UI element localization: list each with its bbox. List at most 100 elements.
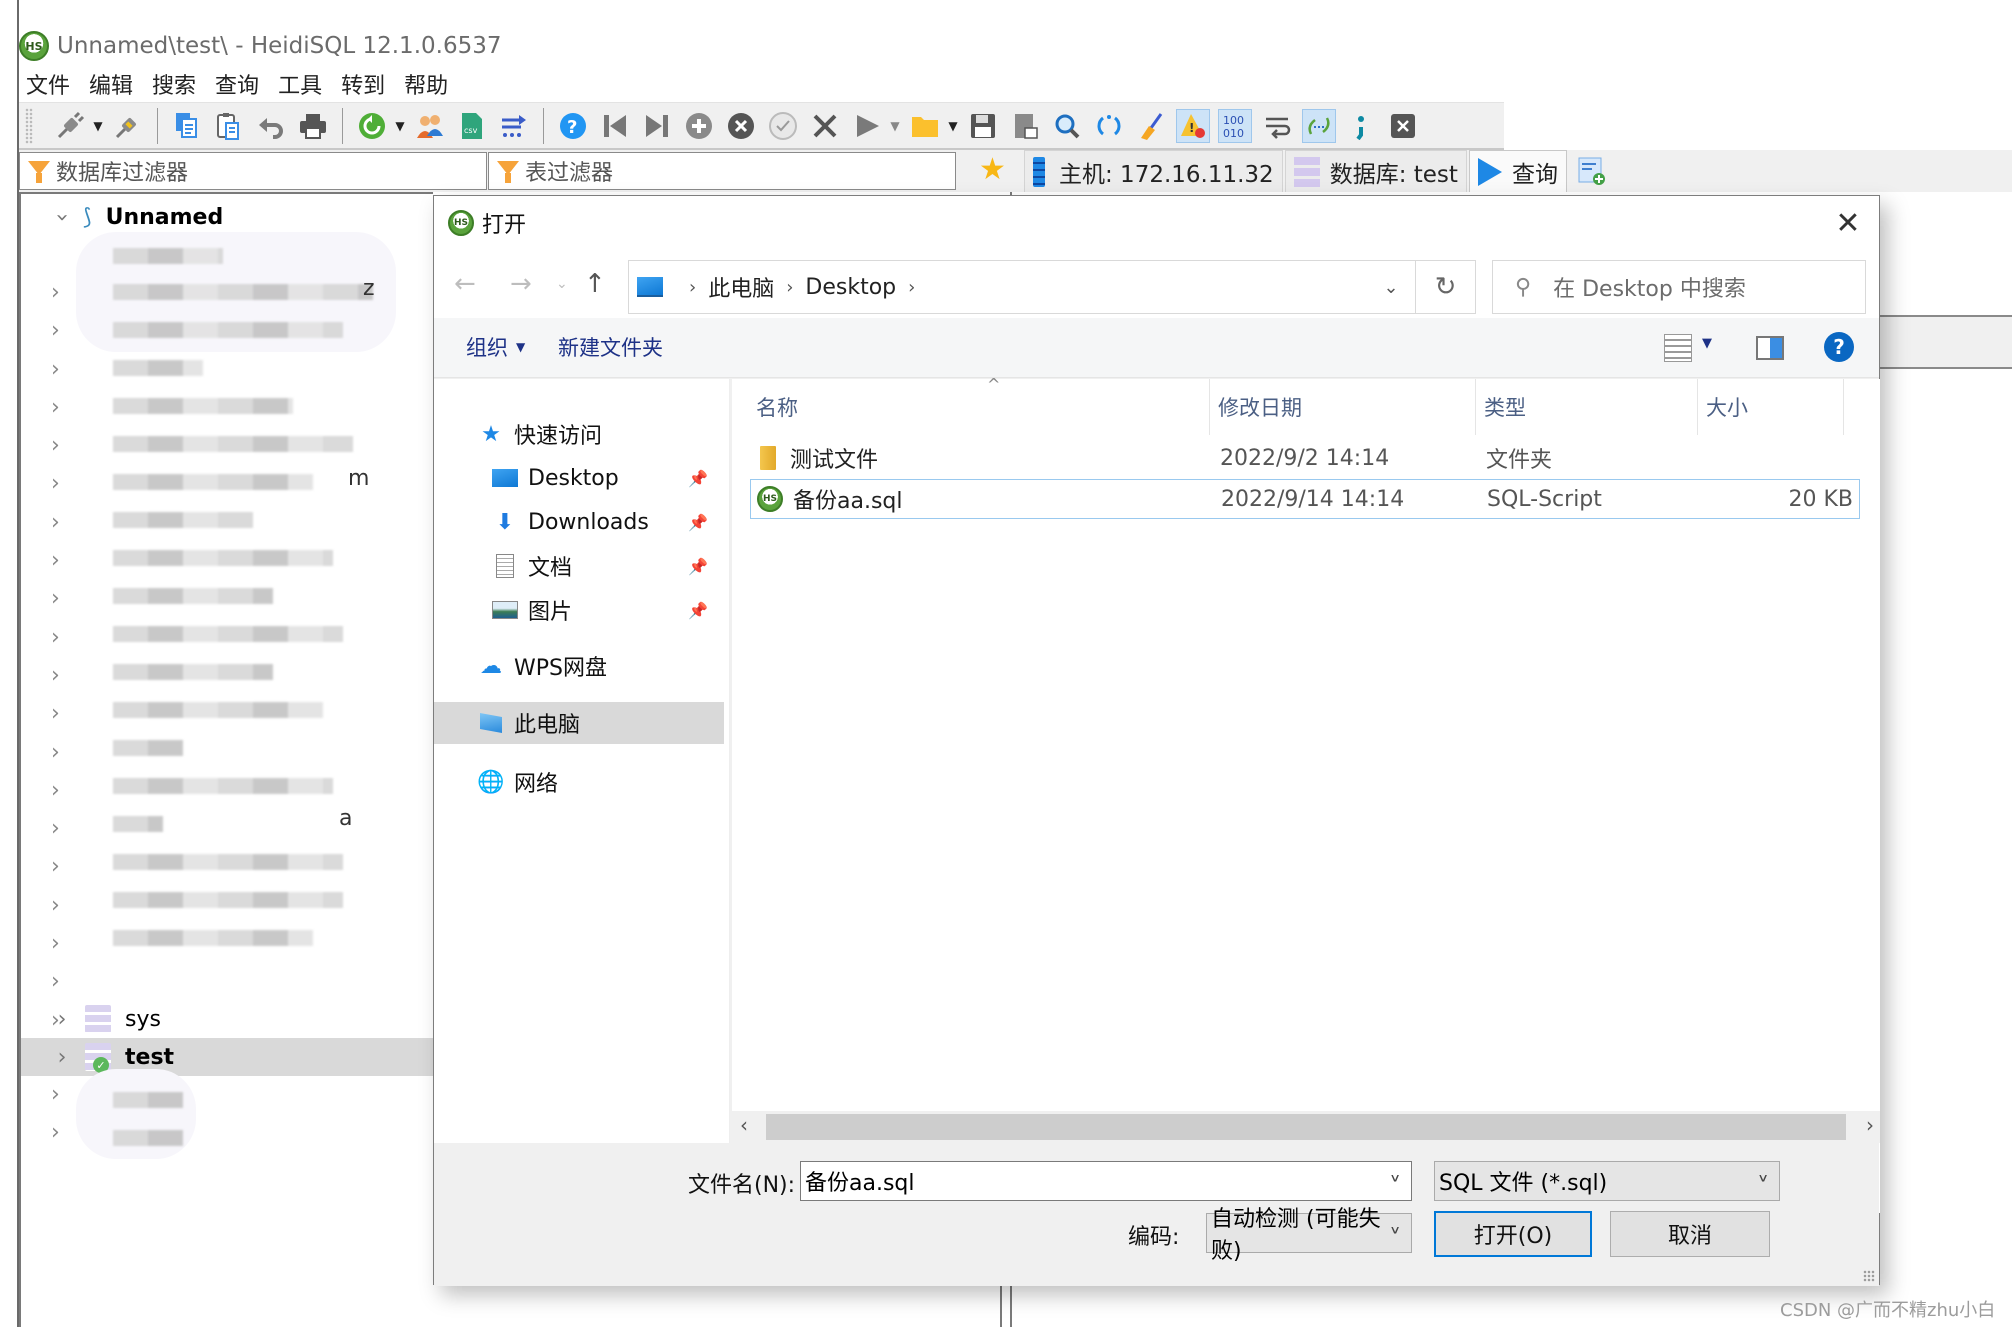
cancel-button[interactable]: 取消 [1610,1211,1770,1257]
preview-pane-icon[interactable] [1756,336,1784,360]
help-icon[interactable]: ? [556,109,590,143]
address-bar[interactable]: › 此电脑 › Desktop › [628,260,1416,314]
filetype-select[interactable]: SQL 文件 (*.sql) ∨ [1434,1161,1780,1201]
last-record-icon[interactable] [640,109,674,143]
open-button[interactable]: 打开(O) [1434,1211,1592,1257]
undo-icon[interactable] [254,109,288,143]
query-editor-pane[interactable] [1880,192,2012,317]
menu-file[interactable]: 文件 [24,68,72,100]
pin-icon[interactable]: 📌 [688,557,708,576]
breadcrumb-desktop[interactable]: Desktop [805,275,896,300]
filename-input[interactable]: 备份aa.sql ∨ [800,1161,1412,1201]
new-query-tab-icon[interactable] [1569,150,1615,192]
encoding-select[interactable]: 自动检测 (可能失败) ∨ [1206,1207,1412,1264]
pin-icon[interactable]: 📌 [688,469,708,488]
open-dropdown-icon[interactable]: ▼ [946,109,960,143]
pin-icon[interactable]: 📌 [688,601,708,620]
data-transfer-icon[interactable] [497,109,531,143]
binary-icon[interactable]: 100 010 [1218,108,1252,143]
file-row-selected[interactable]: HS 备份aa.sql 2022/9/14 14:14 SQL-Script 2… [750,479,1860,519]
cancel-icon[interactable] [808,109,842,143]
chevron-down-icon[interactable]: ∨ [1389,1171,1401,1184]
breadcrumb-separator-icon[interactable]: › [908,277,915,298]
pin-icon[interactable]: 📌 [688,513,708,532]
nav-downloads[interactable]: ⬇ Downloads 📌 [492,501,724,543]
sql-help-icon[interactable] [1302,108,1336,143]
refresh-dropdown-icon[interactable]: ▼ [393,109,407,143]
scroll-right-icon[interactable]: › [1866,1113,1874,1137]
connect-icon[interactable] [53,109,87,143]
column-header-type[interactable]: 类型 [1476,379,1698,435]
menu-edit[interactable]: 编辑 [87,68,135,100]
expand-chevron-icon[interactable]: › [51,1007,73,1032]
horizontal-scrollbar[interactable]: ‹ › [732,1111,1880,1143]
connect-dropdown-icon[interactable]: ▼ [91,109,105,143]
breadcrumb-this-pc[interactable]: 此电脑 [708,271,774,303]
menu-help[interactable]: 帮助 [402,68,450,100]
tab-database[interactable]: 数据库: test [1284,150,1467,192]
forward-arrow-icon[interactable]: → [510,264,532,304]
refresh-icon[interactable] [355,109,389,143]
column-header-name[interactable]: 名称 [732,379,1210,435]
database-filter-input[interactable]: 数据库过滤器 [19,152,487,190]
view-details-icon[interactable] [1664,334,1692,362]
nav-this-pc[interactable]: 此电脑 [434,702,724,744]
scroll-left-icon[interactable]: ‹ [740,1113,748,1137]
paste-icon[interactable] [212,109,246,143]
warnings-icon[interactable]: ! [1176,108,1210,143]
organize-button[interactable]: 组织 ▼ [466,332,525,362]
execute-dropdown-icon[interactable]: ▼ [888,109,902,143]
delete-row-icon[interactable] [724,109,758,143]
recent-locations-chevron-icon[interactable]: ⌄ [556,264,568,304]
menu-search[interactable]: 搜索 [150,68,198,100]
nav-quick-access[interactable]: ★ 快速访问 [478,413,724,455]
tree-root-unnamed[interactable]: › ⟆ Unnamed [21,198,433,236]
find-icon[interactable] [1050,109,1084,143]
execute-icon[interactable] [850,109,884,143]
column-header-size[interactable]: 大小 [1698,379,1844,435]
column-header-date[interactable]: 修改日期 [1210,379,1476,435]
wrap-icon[interactable] [1260,109,1294,143]
menu-goto[interactable]: 转到 [339,68,387,100]
nav-pictures[interactable]: 图片 📌 [492,589,724,631]
splitter[interactable] [1000,1285,1002,1327]
back-arrow-icon[interactable]: ← [454,264,476,304]
expand-chevron-icon[interactable]: › [50,206,75,228]
copy-icon[interactable] [170,109,204,143]
search-input[interactable]: ⚲ 在 Desktop 中搜索 [1492,260,1866,314]
new-folder-button[interactable]: 新建文件夹 [558,332,663,362]
breadcrumb-separator-icon[interactable]: › [786,277,793,298]
resize-grip[interactable] [1863,1270,1875,1282]
toolbar-grip[interactable] [25,107,33,144]
table-filter-input[interactable]: 表过滤器 [488,152,956,190]
close-tab-icon[interactable] [1386,109,1420,143]
tab-query[interactable]: 查询 [1468,150,1567,192]
nav-network[interactable]: 🌐 网络 [477,761,724,803]
up-arrow-icon[interactable]: ↑ [584,264,606,304]
file-row[interactable]: 测试文件 2022/9/2 14:14 文件夹 [750,439,1860,479]
user-manager-icon[interactable] [413,109,447,143]
replace-icon[interactable] [1092,109,1126,143]
tree-item-sys[interactable]: › sys [21,1000,433,1038]
post-icon[interactable] [766,109,800,143]
tab-host[interactable]: 主机: 172.16.11.32 [1024,150,1283,192]
save-snippet-icon[interactable] [1008,109,1042,143]
menu-tools[interactable]: 工具 [276,68,324,100]
nav-documents[interactable]: 文档 📌 [492,545,724,587]
nav-wps-cloud[interactable]: ☁ WPS网盘 [478,645,724,687]
refresh-icon[interactable]: ↻ [1416,260,1476,314]
first-record-icon[interactable] [598,109,632,143]
breadcrumb-separator-icon[interactable]: › [689,277,696,298]
nav-desktop[interactable]: Desktop 📌 [492,457,724,499]
disconnect-icon[interactable] [111,109,145,143]
save-icon[interactable] [966,109,1000,143]
close-icon[interactable]: ✕ [1829,204,1867,242]
help-icon[interactable]: ? [1824,332,1854,362]
favorites-star-icon[interactable]: ★ [979,152,1006,187]
semicolon-icon[interactable] [1344,109,1378,143]
open-folder-icon[interactable] [908,109,942,143]
view-dropdown-icon[interactable]: ▼ [1702,336,1712,351]
address-history-dropdown-icon[interactable]: ⌄ [1366,260,1416,314]
expand-chevron-icon[interactable]: › [51,1045,73,1070]
tree-item-test[interactable]: › ✓ test [21,1038,433,1076]
